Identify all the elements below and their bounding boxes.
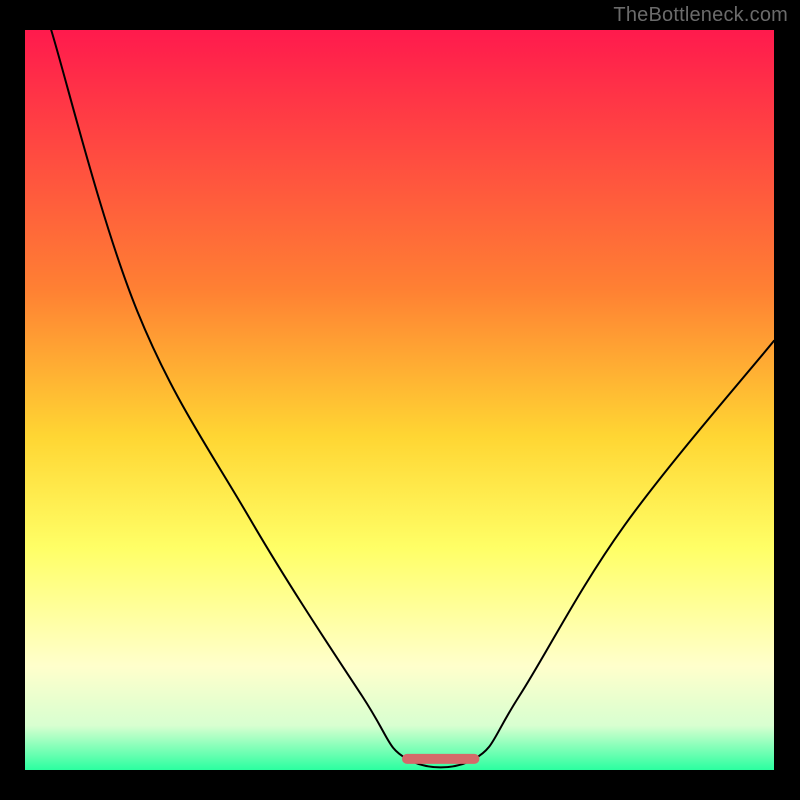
bottleneck-chart — [0, 0, 800, 800]
chart-stage: TheBottleneck.com — [0, 0, 800, 800]
watermark-text: TheBottleneck.com — [613, 4, 788, 27]
plot-background — [25, 30, 774, 770]
